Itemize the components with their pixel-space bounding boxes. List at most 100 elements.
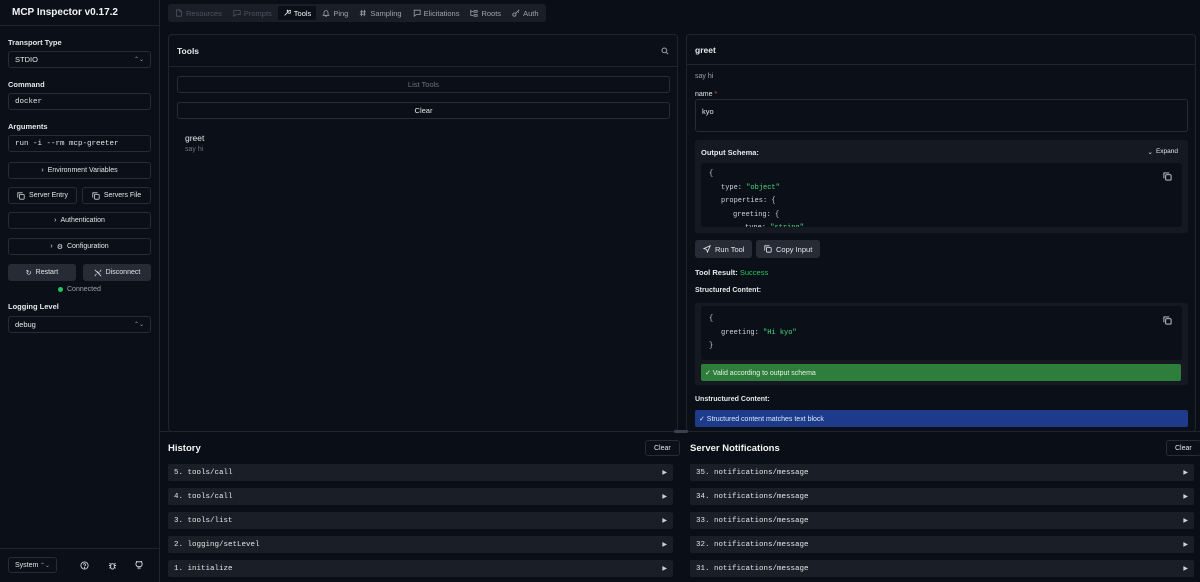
- chevron-right-icon: ›: [50, 243, 53, 250]
- list-item[interactable]: 5. tools/call ▶: [168, 464, 673, 481]
- list-item[interactable]: 35. notifications/message ▶: [690, 464, 1194, 481]
- tool-detail-title: greet: [687, 35, 1195, 65]
- tab-tools[interactable]: Tools: [277, 6, 317, 20]
- code-key: type:: [721, 183, 743, 192]
- list-item[interactable]: 2. logging/setLevel ▶: [168, 536, 673, 553]
- disconnect-label: Disconnect: [105, 269, 141, 276]
- help-icon[interactable]: [77, 558, 91, 572]
- command-label: Command: [8, 80, 45, 89]
- tab-bar: Resources Prompts Tools Ping Sampling Elicita…: [168, 4, 546, 22]
- disconnect-button[interactable]: Disconnect: [83, 264, 151, 281]
- tab-roots[interactable]: Roots: [465, 6, 506, 20]
- param-name: name: [695, 91, 713, 98]
- list-item-label: 35. notifications/message: [696, 468, 809, 477]
- schema-code: { type: "object" properties: { greeting: …: [701, 163, 1182, 227]
- code-line: type: "object": [721, 184, 780, 192]
- copy-icon: [764, 245, 772, 253]
- list-item[interactable]: 4. tools/call ▶: [168, 488, 673, 505]
- run-tool-button[interactable]: Run Tool: [695, 240, 753, 258]
- theme-value: System: [15, 561, 39, 569]
- key-icon: [512, 9, 520, 17]
- valid-schema-alert: ✓ Valid according to output schema: [701, 364, 1181, 381]
- restart-button[interactable]: ↻ Restart: [8, 264, 76, 281]
- name-textarea[interactable]: kyo: [695, 99, 1188, 132]
- divider: [0, 548, 160, 549]
- bug-icon[interactable]: [105, 558, 119, 572]
- triangle-right-icon: ▶: [662, 517, 667, 524]
- code-line: greeting: {: [733, 211, 779, 219]
- transport-value: STDIO: [15, 55, 38, 64]
- server-entry-button[interactable]: Server Entry: [8, 187, 77, 204]
- tools-title: Tools: [177, 45, 200, 56]
- unplug-icon: [94, 269, 102, 276]
- github-icon[interactable]: [132, 558, 146, 572]
- search-icon[interactable]: [661, 46, 669, 55]
- env-vars-button[interactable]: › Environment Variables: [8, 162, 151, 179]
- hash-icon: [360, 9, 367, 17]
- output-schema-box: Output Schema: ⌄ Expand { type: "object"…: [695, 140, 1188, 233]
- triangle-right-icon: ▶: [1183, 541, 1188, 548]
- authentication-label: Authentication: [60, 217, 105, 224]
- clear-tools-button[interactable]: Clear: [177, 102, 670, 119]
- transport-select[interactable]: STDIO ⌃⌄: [8, 51, 151, 68]
- tab-label: Tools: [293, 8, 312, 18]
- connection-status: Connected: [58, 286, 101, 293]
- expand-label: Expand: [1155, 148, 1178, 155]
- list-item[interactable]: 32. notifications/message ▶: [690, 536, 1194, 553]
- tool-result-status: Success: [739, 268, 769, 277]
- status-dot: [58, 287, 63, 292]
- tab-resources[interactable]: Resources: [170, 6, 227, 20]
- code-line: {: [709, 315, 713, 323]
- tab-sampling[interactable]: Sampling: [354, 6, 406, 20]
- code-line: properties: {: [721, 197, 776, 205]
- tab-label: Auth: [523, 8, 539, 18]
- clear-history-button[interactable]: Clear: [645, 440, 680, 456]
- list-item[interactable]: 1. initialize ▶: [168, 560, 673, 577]
- authentication-button[interactable]: › Authentication: [8, 212, 151, 229]
- code-key: {: [709, 170, 714, 178]
- arguments-input[interactable]: run -i --rm mcp-greeter: [8, 135, 151, 152]
- expand-button[interactable]: ⌄ Expand: [1148, 148, 1179, 156]
- app-title: MCP Inspector v0.17.2: [12, 7, 118, 18]
- code-key: }: [709, 342, 714, 350]
- tab-prompts[interactable]: Prompts: [228, 6, 277, 20]
- list-item-label: 4. tools/call: [174, 492, 233, 501]
- tool-name: greet: [185, 133, 205, 143]
- clear-notifications-button[interactable]: Clear: [1166, 440, 1200, 456]
- list-item-label: 5. tools/call: [174, 468, 233, 477]
- tab-elicitations[interactable]: Elicitations: [408, 6, 465, 20]
- refresh-icon: ↻: [25, 269, 32, 277]
- arguments-label: Arguments: [8, 122, 48, 131]
- command-input[interactable]: docker: [8, 93, 151, 110]
- copy-input-button[interactable]: Copy Input: [756, 240, 821, 258]
- resize-handle[interactable]: [674, 430, 688, 433]
- triangle-right-icon: ▶: [662, 541, 667, 548]
- transport-label: Transport Type: [8, 38, 62, 47]
- tab-auth[interactable]: Auth: [507, 6, 543, 20]
- theme-select[interactable]: System ⌃⌄: [8, 557, 57, 573]
- tab-label: Resources: [186, 8, 222, 18]
- list-item-label: 34. notifications/message: [696, 492, 809, 501]
- tools-icon: [284, 9, 291, 16]
- triangle-right-icon: ▶: [1183, 469, 1188, 476]
- list-item[interactable]: 3. tools/list ▶: [168, 512, 673, 529]
- configuration-button[interactable]: › ⚙ Configuration: [8, 238, 151, 255]
- logging-select[interactable]: debug ⌃⌄: [8, 316, 151, 333]
- triangle-right-icon: ▶: [1183, 517, 1188, 524]
- copy-icon: [17, 191, 25, 200]
- servers-file-button[interactable]: Servers File: [82, 187, 151, 204]
- copy-icon[interactable]: [1163, 172, 1172, 181]
- tool-result-line: Tool Result: Success: [695, 268, 768, 277]
- list-item[interactable]: 31. notifications/message ▶: [690, 560, 1194, 577]
- status-text: Connected: [67, 286, 101, 293]
- list-tools-button[interactable]: List Tools: [177, 76, 670, 93]
- list-item[interactable]: 34. notifications/message ▶: [690, 488, 1194, 505]
- list-item-label: 33. notifications/message: [696, 516, 809, 525]
- tab-label: Prompts: [243, 8, 272, 18]
- tool-description: say hi: [185, 146, 204, 153]
- tool-item-greet[interactable]: greet say hi: [185, 133, 204, 153]
- list-item[interactable]: 33. notifications/message ▶: [690, 512, 1194, 529]
- copy-icon[interactable]: [1163, 316, 1172, 325]
- list-item-label: 2. logging/setLevel: [174, 540, 260, 549]
- tab-ping[interactable]: Ping: [317, 6, 353, 20]
